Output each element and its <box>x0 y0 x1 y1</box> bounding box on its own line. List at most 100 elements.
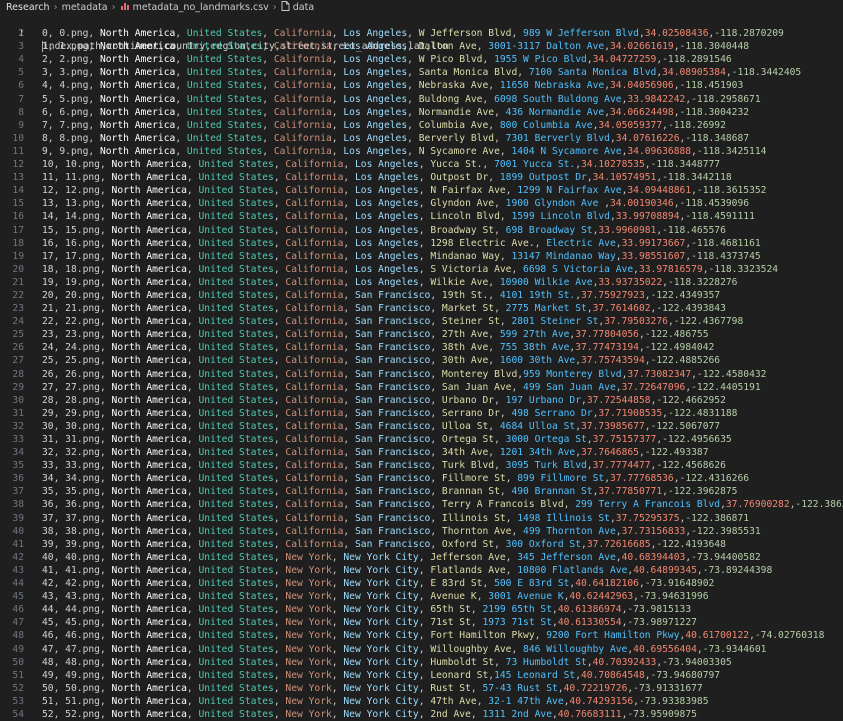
line-content: 25, 25.png, North America, United States… <box>42 355 721 367</box>
csv-cell: -73.91648902 <box>644 578 715 590</box>
breadcrumb-item-file[interactable]: metadata_no_landmarks.csv <box>120 1 269 14</box>
csv-cell: California <box>268 67 332 79</box>
line-number: 45 <box>12 591 24 603</box>
csv-cell: 33.9842242 <box>627 93 686 105</box>
csv-cell: 1973 71st St <box>476 617 553 629</box>
line-number: 8 <box>18 106 24 118</box>
breadcrumb-item-data[interactable]: data <box>281 0 314 14</box>
csv-cell: 599 27th Ave <box>494 329 570 341</box>
editor-line: 34 32, 32.png, North America, United Stat… <box>0 446 843 459</box>
csv-cell: -118.3442118 <box>662 172 732 184</box>
csv-cell: California <box>279 198 344 210</box>
csv-cell: 24 <box>42 342 54 354</box>
csv-cell: North America <box>105 564 187 576</box>
csv-cell: Los Angeles <box>349 224 419 236</box>
breadcrumb-item-research[interactable]: Research <box>6 2 50 13</box>
csv-cell: California <box>279 237 344 249</box>
line-number: 22 <box>12 289 24 301</box>
csv-cell: 52 <box>42 708 54 720</box>
editor-line: 43 41, 41.png, North America, United Stat… <box>0 564 843 577</box>
line-content: 44, 44.png, North America, United States… <box>42 604 692 616</box>
csv-cell: 2775 Market St <box>499 303 587 315</box>
csv-cell: Lincoln Blvd <box>424 211 500 223</box>
csv-cell: 29 <box>42 407 54 419</box>
csv-cell: 18.png <box>59 263 100 275</box>
editor-line: 47 45, 45.png, North America, United Stat… <box>0 616 843 629</box>
line-content: 36, 36.png, North America, United States… <box>42 498 843 511</box>
csv-cell: 43 <box>42 591 54 603</box>
editor-line: 48 46, 46.png, North America, United Stat… <box>0 629 843 642</box>
line-content: 50, 50.png, North America, United States… <box>42 682 703 694</box>
line-content: 38, 38.png, North America, United States… <box>42 525 761 537</box>
csv-cell: 6098 South Buldong Ave <box>488 93 622 105</box>
csv-cell: United States <box>192 224 274 236</box>
editor-line: 41 39, 39.png, North America, United Stat… <box>0 538 843 551</box>
csv-cell: Berverly Blvd <box>412 132 495 144</box>
csv-cell: North America <box>105 447 187 459</box>
csv-cell: 27th Ave <box>436 329 489 341</box>
csv-cell: United States <box>192 708 274 720</box>
csv-cell: -118.3040448 <box>679 41 750 53</box>
line-number: 20 <box>12 263 24 275</box>
line-number: 10 <box>12 132 24 144</box>
csv-cell: -122.4316266 <box>679 473 750 485</box>
csv-cell: 38.png <box>59 525 100 537</box>
csv-cell: North America <box>94 28 176 40</box>
editor-line: 15 13, 13.png, North America, United Stat… <box>0 197 843 210</box>
csv-cell: Illinois St <box>436 512 506 524</box>
csv-cell: 34 <box>42 473 54 485</box>
csv-cell: United States <box>192 630 274 642</box>
editor-line: 10 8, 8.png, North America, United States… <box>0 132 843 145</box>
csv-cell: United States <box>181 54 263 66</box>
line-content: 1, 1.png, North America, United States, … <box>42 41 750 53</box>
editor-line: 7 5, 5.png, North America, United States,… <box>0 93 843 106</box>
csv-cell: 4101 19th St. <box>494 289 576 301</box>
line-content: 35, 35.png, North America, United States… <box>42 486 738 498</box>
csv-cell: 34.08905384 <box>662 67 726 79</box>
csv-cell: 46.png <box>59 630 100 642</box>
csv-cell: New York City <box>337 695 419 707</box>
line-content: 52, 52.png, North America, United States… <box>42 708 697 720</box>
line-content: 13, 13.png, North America, United States… <box>42 198 750 210</box>
csv-cell: 300 Oxford St <box>499 538 582 550</box>
csv-cell: Los Angeles <box>337 28 408 40</box>
csv-cell: 37.75743594 <box>581 355 645 367</box>
csv-cell: California <box>279 368 344 380</box>
csv-cell: 3095 Turk Blvd <box>499 460 587 472</box>
csv-cell: San Francisco <box>349 316 431 328</box>
csv-cell: North America <box>105 159 187 171</box>
code-editor[interactable]: 1 index,path,continent,country,region,ci… <box>0 14 843 721</box>
csv-cell: Normandie Ave <box>412 106 495 118</box>
line-number: 53 <box>12 695 24 707</box>
csv-cell: United States <box>192 525 274 537</box>
line-number: 21 <box>12 276 24 288</box>
csv-cell: United States <box>192 564 274 576</box>
csv-cell: 9200 Fort Hamilton Pkwy <box>540 630 680 642</box>
csv-cell: California <box>268 93 332 105</box>
editor-line: 26 24, 24.png, North America, United Stat… <box>0 341 843 354</box>
line-content: 32, 32.png, North America, United States… <box>42 447 709 459</box>
line-content: 0, 0.png, North America, United States, … <box>42 28 784 40</box>
csv-cell: United States <box>192 499 274 511</box>
csv-cell: Fillmore St <box>436 473 506 485</box>
csv-cell: Los Angeles <box>337 54 408 66</box>
breadcrumb-label: metadata_no_landmarks.csv <box>132 1 269 13</box>
csv-cell: Los Angeles <box>349 185 419 197</box>
csv-cell: -122.4405191 <box>691 381 761 393</box>
csv-cell: 37.71908535 <box>598 407 663 419</box>
csv-cell: North America <box>105 551 187 563</box>
csv-cell: San Francisco <box>349 420 431 432</box>
csv-cell: 48.png <box>59 656 100 668</box>
line-content: 45, 45.png, North America, United States… <box>42 617 697 629</box>
csv-cell: United States <box>192 276 274 288</box>
csv-cell: 44 <box>42 604 54 616</box>
csv-cell: North America <box>105 682 187 694</box>
csv-cell: North America <box>105 578 187 590</box>
csv-cell: New York City <box>337 656 419 668</box>
csv-cell: 25 <box>42 355 54 367</box>
breadcrumb-item-metadata[interactable]: metadata <box>62 2 108 13</box>
csv-cell: North America <box>105 617 187 629</box>
csv-cell: 2.png <box>53 54 89 66</box>
editor-line: 44 42, 42.png, North America, United Stat… <box>0 577 843 590</box>
csv-cell: North America <box>105 342 187 354</box>
